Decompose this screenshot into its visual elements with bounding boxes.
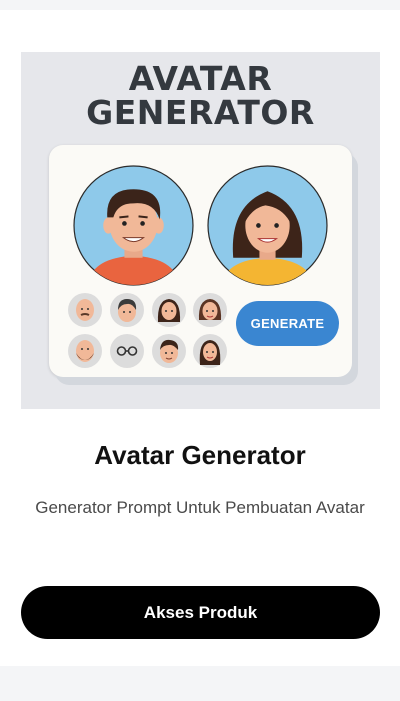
thumb-long-hair-woman-icon <box>193 334 227 368</box>
thumb-young-man-icon <box>152 334 186 368</box>
avatar-panel: GENERATE <box>49 145 352 377</box>
thumb-dark-hair-man-icon <box>110 293 144 327</box>
product-description: Generator Prompt Untuk Pembuatan Avatar <box>35 498 365 517</box>
product-title: Avatar Generator <box>94 440 306 470</box>
hero-title-line1: AVATAR <box>128 59 273 98</box>
product-card: AVATAR GENERATOR GENERATE Avatar Generat… <box>0 10 400 666</box>
thumb-woman-brown-hair-icon <box>193 293 227 327</box>
product-image: AVATAR GENERATOR GENERATE <box>21 52 380 409</box>
hero-title: AVATAR GENERATOR <box>21 62 380 130</box>
thumb-woman-dark-hair-icon <box>152 293 186 327</box>
generate-button-illustration: GENERATE <box>236 301 339 346</box>
thumb-bearded-man-icon <box>68 334 102 368</box>
thumb-bald-man-icon <box>68 293 102 327</box>
hero-title-line2: GENERATOR <box>86 93 315 132</box>
male-avatar-icon <box>73 165 194 286</box>
female-avatar-icon <box>207 165 328 286</box>
access-product-button[interactable]: Akses Produk <box>21 586 380 639</box>
thumb-glasses-icon <box>110 334 144 368</box>
